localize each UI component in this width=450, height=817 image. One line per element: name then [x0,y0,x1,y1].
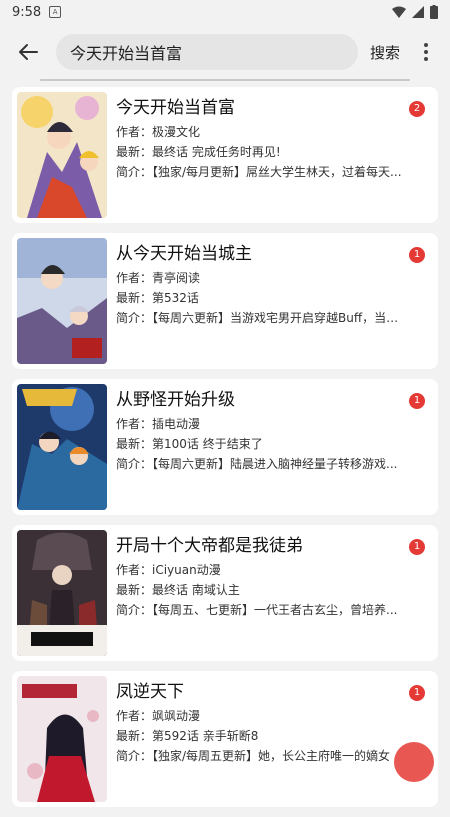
status-bar: 9:58 A [0,0,450,24]
author-line: 作者：青亭阅读 [116,269,406,286]
update-count-badge: 1 [409,685,425,701]
notification-icon: A [49,6,62,18]
intro-label: 简介： [116,165,153,179]
latest-label: 最新： [116,437,153,451]
status-icons [392,5,438,19]
author-label: 作者： [116,417,153,431]
results-list: 今天开始当首富 作者：极漫文化 最新：最终话 完成任务时再见! 简介：【独家/每… [12,87,438,817]
author-value: iCiyuan动漫 [152,563,221,577]
cover-image [17,384,107,510]
search-button[interactable]: 搜索 [370,42,400,63]
author-line: 作者：插电动漫 [116,415,406,432]
cover-image [17,530,107,656]
intro-line: 简介：【独家/每周五更新】她，长公主府唯一的嫡女 [116,747,406,764]
result-card[interactable]: 开局十个大帝都是我徒弟 作者：iCiyuan动漫 最新：最终话 南域认主 简介：… [12,525,438,661]
latest-label: 最新： [116,145,153,159]
latest-value: 第592话 亲手斩断8 [152,729,259,743]
intro-label: 简介： [116,457,153,471]
latest-label: 最新： [116,729,153,743]
cover-image [17,676,107,802]
result-title: 从野怪开始升级 [116,390,235,410]
result-card[interactable]: 从今天开始当城主 作者：青亭阅读 最新：第532话 简介：【每周六更新】当游戏宅… [12,233,438,369]
latest-value: 第532话 [152,291,199,305]
cover-image [17,92,107,218]
latest-line: 最新：第100话 终于结束了 [116,435,406,452]
more-options-button[interactable] [416,32,436,72]
intro-value: 【每周五、七更新】一代王者古玄尘，曾培养... [152,603,398,617]
latest-line: 最新：第532话 [116,289,406,306]
intro-line: 简介：【每周六更新】陆晨进入脑神经量子转移游戏... [116,455,406,472]
author-label: 作者： [116,125,153,139]
result-title: 从今天开始当城主 [116,244,252,264]
result-card[interactable]: 从野怪开始升级 作者：插电动漫 最新：第100话 终于结束了 简介：【每周六更新… [12,379,438,515]
signal-icon [412,6,424,18]
author-value: 飒飒动漫 [152,709,201,723]
arrow-left-icon [19,44,38,60]
update-count-badge: 1 [409,393,425,409]
latest-line: 最新：第592话 亲手斩断8 [116,727,406,744]
update-count-badge: 1 [409,247,425,263]
latest-label: 最新： [116,291,153,305]
author-label: 作者： [116,563,153,577]
author-line: 作者：飒飒动漫 [116,707,406,724]
author-value: 插电动漫 [152,417,201,431]
intro-line: 简介：【每周五、七更新】一代王者古玄尘，曾培养... [116,601,406,618]
floating-action-button[interactable] [394,742,434,782]
result-card[interactable]: 今天开始当首富 作者：极漫文化 最新：最终话 完成任务时再见! 简介：【独家/每… [12,87,438,223]
result-title: 今天开始当首富 [116,98,235,118]
result-title: 凤逆天下 [116,682,184,702]
author-value: 极漫文化 [152,125,201,139]
battery-icon [430,5,438,19]
latest-label: 最新： [116,583,153,597]
latest-line: 最新：最终话 完成任务时再见! [116,143,406,160]
scroll-indicator [40,79,410,81]
result-title: 开局十个大帝都是我徒弟 [116,536,303,556]
intro-label: 简介： [116,311,153,325]
latest-value: 最终话 南域认主 [152,583,240,597]
latest-value: 第100话 终于结束了 [152,437,263,451]
author-line: 作者：极漫文化 [116,123,406,140]
intro-value: 【每周六更新】陆晨进入脑神经量子转移游戏... [152,457,398,471]
search-input-value: 今天开始当首富 [70,44,183,63]
top-bar: 今天开始当首富 搜索 [0,24,450,80]
cover-image [17,238,107,364]
result-card[interactable]: 凤逆天下 作者：飒飒动漫 最新：第592话 亲手斩断8 简介：【独家/每周五更新… [12,671,438,807]
latest-line: 最新：最终话 南域认主 [116,581,406,598]
intro-label: 简介： [116,603,153,617]
update-count-badge: 1 [409,539,425,555]
intro-line: 简介：【每周六更新】当游戏宅男开启穿越Buff，当然... [116,309,406,326]
intro-value: 【独家/每月更新】屌丝大学生林天，过着每天... [152,165,402,179]
status-time: 9:58 [12,4,42,20]
search-input[interactable]: 今天开始当首富 [56,34,358,70]
wifi-icon [392,6,406,18]
back-button[interactable] [8,32,48,72]
intro-value: 【独家/每周五更新】她，长公主府唯一的嫡女 [152,749,391,763]
latest-value: 最终话 完成任务时再见! [152,145,281,159]
author-line: 作者：iCiyuan动漫 [116,561,406,578]
author-label: 作者： [116,271,153,285]
intro-label: 简介： [116,749,153,763]
author-label: 作者： [116,709,153,723]
update-count-badge: 2 [409,101,425,117]
author-value: 青亭阅读 [152,271,201,285]
intro-value: 【每周六更新】当游戏宅男开启穿越Buff，当然... [152,311,406,325]
intro-line: 简介：【独家/每月更新】屌丝大学生林天，过着每天... [116,163,406,180]
more-vertical-icon [424,43,429,61]
